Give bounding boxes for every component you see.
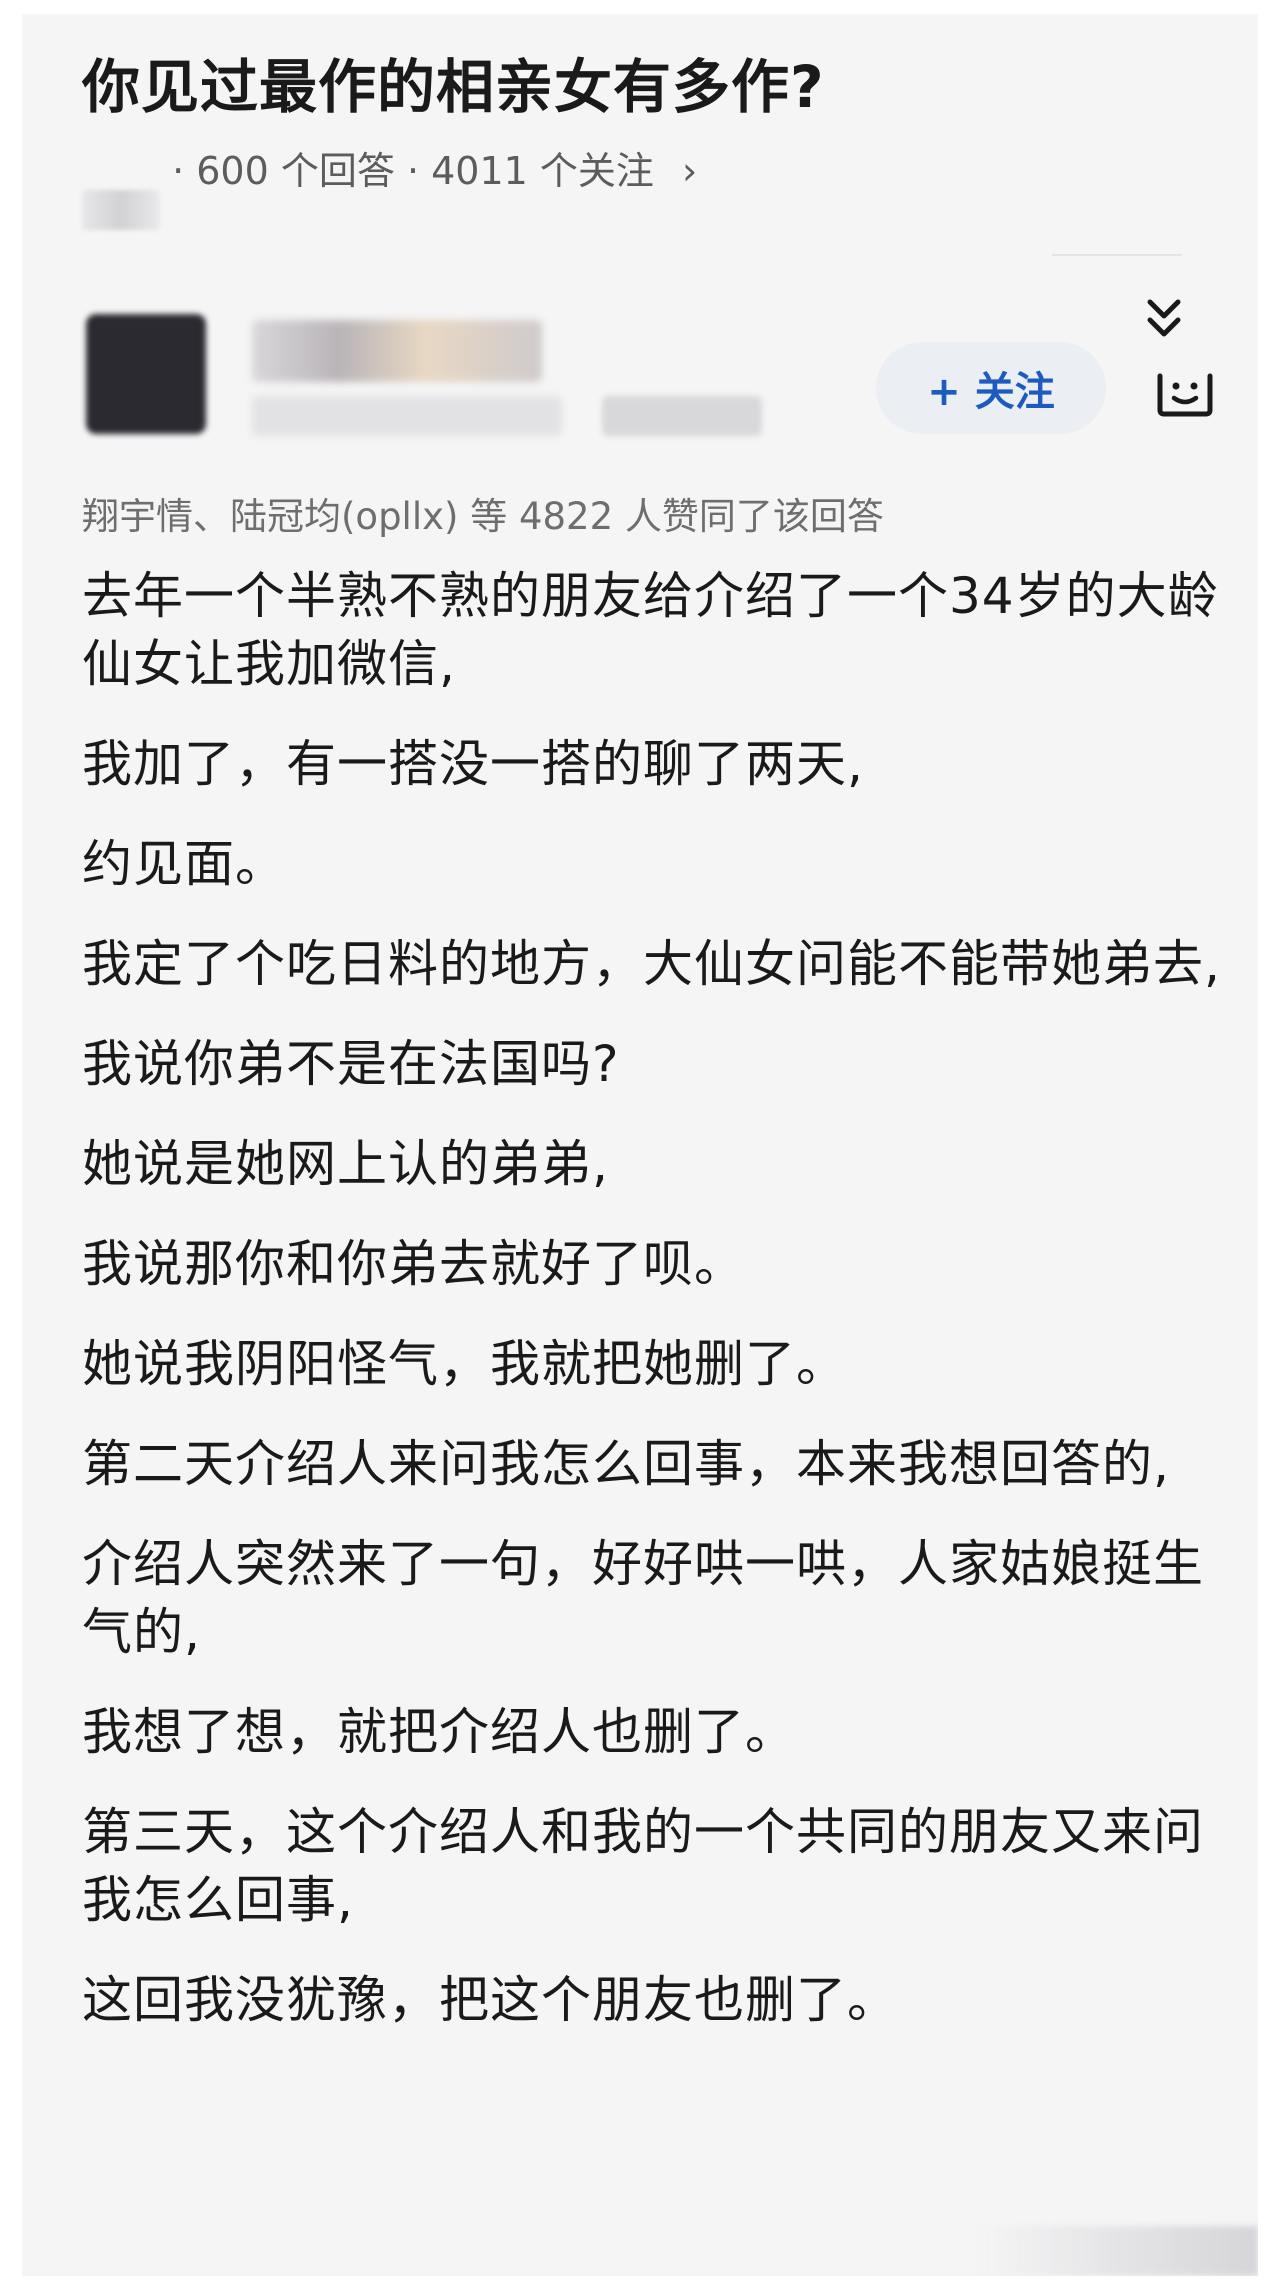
answer-paragraph: 我想了想，就把介绍人也删了。 [82,1703,796,1761]
face-icon[interactable] [1154,366,1216,420]
answer-paragraph: 我加了，有一搭没一搭的聊了两天, [82,735,864,793]
source-label: 知乎 [82,190,160,230]
answer-paragraph: 第三天，这个介绍人和我的一个共同的朋友又来问我怎么回事, [82,1803,1204,1929]
double-chevron-down-icon[interactable] [1140,294,1188,350]
author-name[interactable] [252,320,542,382]
answer-paragraph: 约见面。 [82,835,286,893]
chevron-right-icon: › [681,149,698,193]
answer-paragraph: 第二天介绍人来问我怎么回事，本来我想回答的, [82,1435,1170,1493]
question-meta[interactable]: 知乎 · 600 个回答 · 4011 个关注 › [82,140,697,230]
question-stats: · 600 个回答 · 4011 个关注 [172,149,654,193]
answer-paragraph: 她说我阴阳怪气，我就把她删了。 [82,1335,847,1393]
watermark [978,2226,1258,2276]
answer-screen: 你见过最作的相亲女有多作? 知乎 · 600 个回答 · 4011 个关注 › … [22,14,1258,2276]
author-bio [252,396,562,436]
answer-paragraph: 我说那你和你弟去就好了呗。 [82,1235,745,1293]
answer-body: 去年一个半熟不熟的朋友给介绍了一个34岁的大龄仙女让我加微信, 我加了，有一搭没… [82,562,1222,2066]
answer-paragraph: 介绍人突然来了一句，好好哄一哄，人家姑娘挺生气的, [82,1535,1204,1661]
divider [1052,254,1182,256]
answer-paragraph: 她说是她网上认的弟弟, [82,1135,609,1193]
answer-paragraph: 我说你弟不是在法国吗? [82,1035,620,1093]
question-title[interactable]: 你见过最作的相亲女有多作? [82,40,1192,124]
follow-button[interactable]: + 关注 [876,342,1106,434]
avatar[interactable] [86,314,206,434]
answer-paragraph: 我定了个吃日料的地方，大仙女问能不能带她弟去, [82,935,1221,993]
author-badge [602,396,762,436]
endorsement-line: 翔宇情、陆冠均(opllx) 等 4822 人赞同了该回答 [82,495,884,538]
answer-paragraph: 去年一个半熟不熟的朋友给介绍了一个34岁的大龄仙女让我加微信, [82,567,1219,693]
answer-paragraph: 这回我没犹豫，把这个朋友也删了。 [82,1971,898,2029]
